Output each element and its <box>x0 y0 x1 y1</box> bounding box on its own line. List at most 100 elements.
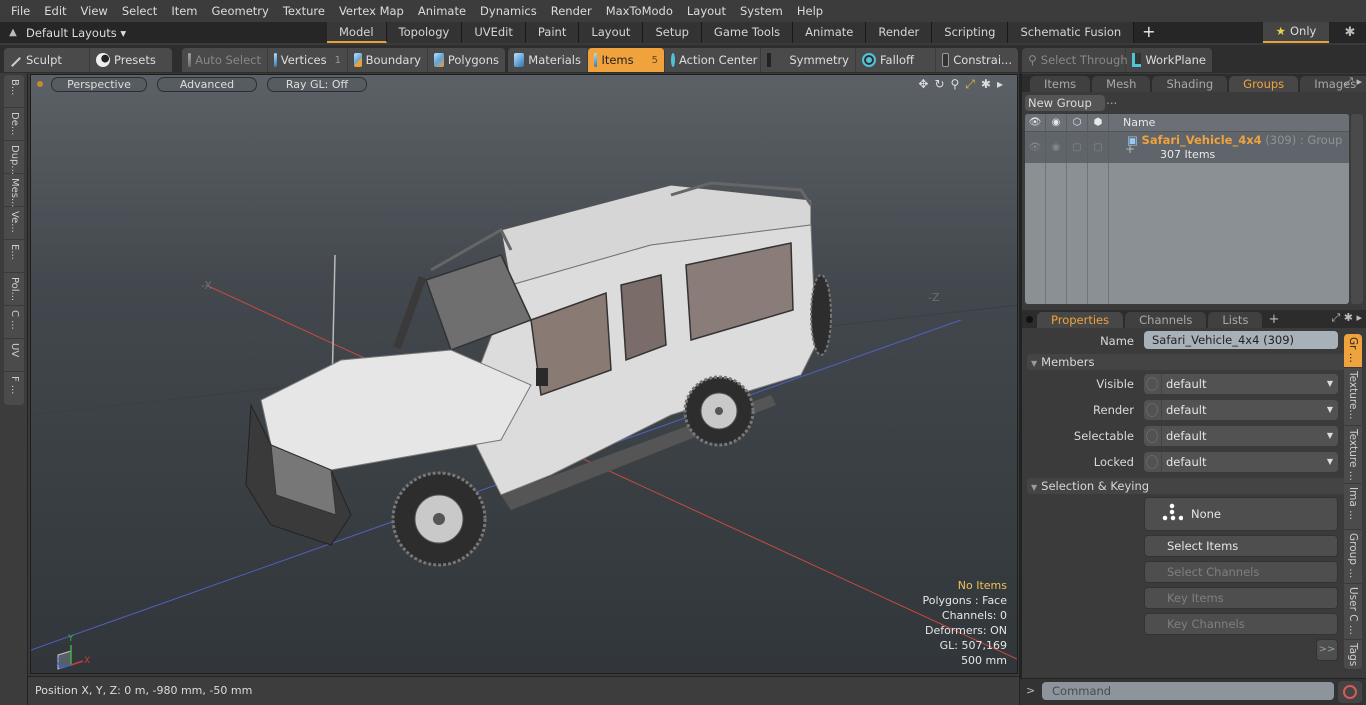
visible-radio[interactable] <box>1146 377 1158 391</box>
left-tab-deform[interactable]: De... <box>4 108 24 141</box>
tab-groups[interactable]: Groups <box>1229 76 1299 92</box>
group-row[interactable]: 👁 ◉ ▢ ▢ + ▣ Safari_Vehicle_4x4 (309) : G… <box>1025 132 1349 163</box>
items-button[interactable]: Items 5 <box>588 48 665 72</box>
panel-expand-icon[interactable]: ⤢ ▸ <box>1344 75 1362 89</box>
record-macro-icon[interactable] <box>1338 681 1362 703</box>
left-tab-mesh[interactable]: Mes... <box>4 174 24 208</box>
tab-items[interactable]: Items <box>1030 76 1091 92</box>
layout-tab-game-tools[interactable]: Game Tools <box>701 22 794 43</box>
layout-tab-render[interactable]: Render <box>866 22 933 43</box>
visible-dropdown[interactable]: default ▼ <box>1144 374 1338 394</box>
side-tab-image[interactable]: Ima ... <box>1344 484 1362 530</box>
menu-maxtomodo[interactable]: MaxToModo <box>599 0 680 22</box>
menu-texture[interactable]: Texture <box>276 0 332 22</box>
key-items-button[interactable]: Key Items <box>1144 587 1338 609</box>
selectable-dropdown[interactable]: default ▼ <box>1144 426 1338 446</box>
expand-arrow-icon[interactable]: ▸ <box>997 77 1003 92</box>
layout-tab-uvedit[interactable]: UVEdit <box>462 22 526 43</box>
lock-column-icon[interactable]: ⬡ <box>1067 114 1088 131</box>
tab-properties[interactable]: Properties <box>1037 312 1124 328</box>
row-lock-toggle[interactable]: ▢ <box>1067 132 1088 163</box>
key-channels-button[interactable]: Key Channels <box>1144 613 1338 635</box>
layout-tab-setup[interactable]: Setup <box>643 22 702 43</box>
auto-select-button[interactable]: Auto Select <box>182 48 268 72</box>
tab-mesh[interactable]: Mesh ... <box>1092 76 1151 107</box>
menu-animate[interactable]: Animate <box>411 0 473 22</box>
properties-menu-dot[interactable] <box>1026 316 1033 323</box>
menu-system[interactable]: System <box>733 0 790 22</box>
layout-tab-animate[interactable]: Animate <box>793 22 867 43</box>
left-tab-polygon[interactable]: Pol... <box>4 273 24 306</box>
collapse-up-icon[interactable]: ▲ <box>0 27 26 38</box>
row-select-toggle[interactable]: ▢ <box>1088 132 1109 163</box>
left-tab-uv[interactable]: UV <box>4 339 24 372</box>
presets-button[interactable]: Presets <box>90 48 172 72</box>
only-toggle-button[interactable]: ★ Only <box>1263 22 1329 43</box>
tab-shading[interactable]: Shading <box>1152 76 1228 92</box>
sculpt-button[interactable]: Sculpt <box>4 48 90 72</box>
menu-layout[interactable]: Layout <box>680 0 733 22</box>
name-column-header[interactable]: Name <box>1109 114 1155 131</box>
side-tab-user-channels[interactable]: User C ... <box>1344 584 1362 640</box>
default-layouts-dropdown[interactable]: Default Layouts ▾ <box>26 26 326 40</box>
selection-keying-section[interactable]: ▼ Selection & Keying <box>1027 478 1345 494</box>
menu-geometry[interactable]: Geometry <box>205 0 276 22</box>
menu-view[interactable]: View <box>74 0 115 22</box>
side-tab-group-2[interactable]: Group ... <box>1344 530 1362 584</box>
command-input[interactable] <box>1042 682 1334 700</box>
left-tab-edge[interactable]: E... <box>4 240 24 273</box>
group-list-scrollbar[interactable] <box>1351 114 1363 304</box>
none-hierarchy-button[interactable]: None <box>1144 497 1338 531</box>
left-tab-duplicate[interactable]: Dup... <box>4 141 24 175</box>
rotate-icon[interactable]: ↻ <box>934 77 944 92</box>
select-items-button[interactable]: Select Items <box>1144 535 1338 557</box>
layout-tab-paint[interactable]: Paint <box>525 22 580 43</box>
render-dropdown[interactable]: default ▼ <box>1144 400 1338 420</box>
zoom-icon[interactable]: ⚲ <box>951 77 960 92</box>
constraints-button[interactable]: Constrai... <box>936 48 1018 72</box>
layout-tab-topology[interactable]: Topology <box>386 22 463 43</box>
add-properties-tab-button[interactable]: + <box>1264 312 1283 328</box>
visibility-column-icon[interactable]: 👁 <box>1025 114 1046 131</box>
row-render-icon[interactable]: ◉ <box>1046 132 1067 163</box>
side-tab-texture-2[interactable]: Texture ... <box>1344 426 1362 484</box>
menu-help[interactable]: Help <box>790 0 830 22</box>
tab-lists[interactable]: Lists <box>1208 312 1263 328</box>
menu-edit[interactable]: Edit <box>37 0 73 22</box>
left-tab-vertex[interactable]: Ve... <box>4 207 24 240</box>
shading-mode-button[interactable]: Advanced <box>157 76 257 92</box>
view-mode-button[interactable]: Perspective <box>51 76 147 92</box>
pan-icon[interactable]: ✥ <box>918 77 928 92</box>
tab-channels[interactable]: Channels <box>1125 312 1207 328</box>
materials-button[interactable]: Materials <box>508 48 588 72</box>
menu-render[interactable]: Render <box>544 0 599 22</box>
new-group-button[interactable]: New Group <box>1025 95 1105 111</box>
select-channels-button[interactable]: Select Channels <box>1144 561 1338 583</box>
selectable-radio[interactable] <box>1146 429 1158 443</box>
side-tab-group[interactable]: Gr ... <box>1344 334 1362 368</box>
render-column-icon[interactable]: ◉ <box>1046 114 1067 131</box>
name-input[interactable]: Safari_Vehicle_4x4 (309) <box>1144 331 1338 349</box>
vertices-button[interactable]: Vertices 1 <box>268 48 348 72</box>
select-through-button[interactable]: ⚲ Select Through <box>1022 48 1128 72</box>
3d-viewport[interactable]: -X -Z Y X Z Perspective Advanced Ray GL:… <box>30 74 1018 674</box>
locked-radio[interactable] <box>1146 455 1158 469</box>
gear-icon[interactable]: ✱ <box>1340 22 1360 43</box>
workplane-button[interactable]: WorkPlane <box>1126 48 1212 72</box>
side-tab-texture-1[interactable]: Texture... <box>1344 368 1362 426</box>
boundary-button[interactable]: Boundary <box>348 48 428 72</box>
layout-tab-schematic-fusion[interactable]: Schematic Fusion <box>1008 22 1135 43</box>
menu-file[interactable]: File <box>4 0 37 22</box>
side-tab-tags[interactable]: Tags <box>1344 640 1362 670</box>
properties-panel-controls[interactable]: ⤢ ✱ ▸ <box>1331 311 1362 325</box>
layout-tab-model[interactable]: Model <box>327 22 387 43</box>
menu-item[interactable]: Item <box>164 0 204 22</box>
action-center-button[interactable]: Action Center <box>665 48 761 72</box>
more-button[interactable]: >> <box>1316 639 1338 661</box>
polygons-button[interactable]: Polygons <box>428 48 505 72</box>
add-layout-tab-button[interactable]: + <box>1134 22 1163 43</box>
symmetry-button[interactable]: Symmetry <box>761 48 856 72</box>
menu-dynamics[interactable]: Dynamics <box>473 0 544 22</box>
layout-tab-layout[interactable]: Layout <box>579 22 644 43</box>
viewport-options-dot[interactable] <box>37 81 43 87</box>
